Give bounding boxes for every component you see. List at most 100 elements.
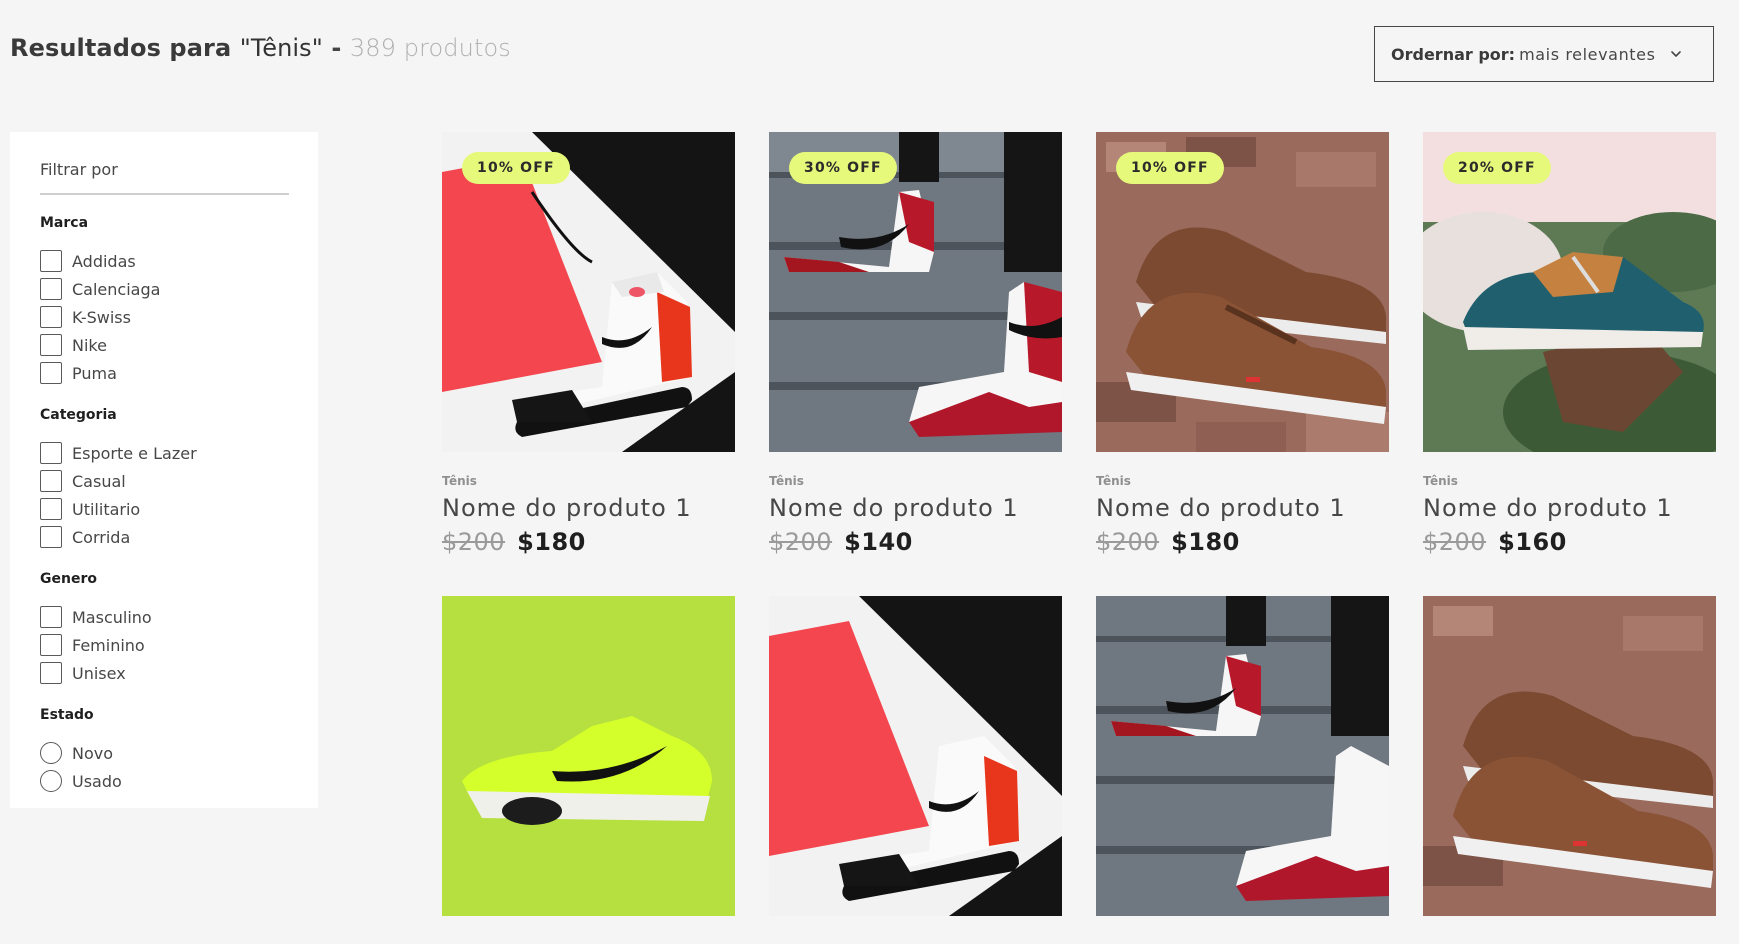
filter-group-title: Estado [40,707,94,723]
filter-option-utilitario[interactable]: Utilitario [40,495,288,523]
filter-option-label: Puma [72,363,117,383]
filter-option-casual[interactable]: Casual [40,467,288,495]
filter-panel: Filtrar por Marca Addidas Calenciaga K-S… [10,132,318,808]
product-old-price: $200 [769,528,833,556]
checkbox[interactable] [40,470,62,492]
filter-option-label: Novo [72,743,114,763]
checkbox[interactable] [40,278,62,300]
sort-value: mais relevantes [1519,44,1656,64]
product-category: Tênis [1096,474,1131,488]
checkbox[interactable] [40,306,62,328]
product-price: $160 [1498,528,1567,556]
product-category: Tênis [442,474,477,488]
filter-option-label: Calenciaga [72,279,161,299]
product-price: $180 [517,528,586,556]
filter-option-label: Addidas [72,251,136,271]
filter-option-feminino[interactable]: Feminino [40,631,288,659]
product-name[interactable]: Nome do produto 1 [1423,494,1716,522]
product-image[interactable] [1096,596,1389,916]
product-old-price: $200 [1096,528,1160,556]
filter-group-title: Marca [40,215,89,231]
filter-option-label: Esporte e Lazer [72,443,197,463]
product-image[interactable]: 10% OFF [442,132,735,452]
product-card[interactable] [1096,596,1389,916]
brown-casual-sneakers-image [1423,596,1716,916]
results-title: Resultados para "Tênis" - 389 produtos [10,34,511,62]
filter-option-addidas[interactable]: Addidas [40,247,288,275]
filter-option-label: Utilitario [72,499,141,519]
product-card[interactable] [442,596,735,916]
checkbox[interactable] [40,362,62,384]
filter-option-label: Casual [72,471,126,491]
jordan-high-stairs-image [1096,596,1389,916]
filter-option-label: Nike [72,335,107,355]
product-image[interactable] [1423,596,1716,916]
filter-option-label: Corrida [72,527,131,547]
product-price: $180 [1171,528,1240,556]
product-image[interactable]: 10% OFF [1096,132,1389,452]
filter-option-label: Unisex [72,663,126,683]
product-name[interactable]: Nome do produto 1 [442,494,735,522]
product-name[interactable]: Nome do produto 1 [1096,494,1389,522]
product-name[interactable]: Nome do produto 1 [769,494,1062,522]
product-prices: $200 $180 [442,528,735,556]
product-grid: 10% OFF Tênis Nome do produto 1 $200 $18… [442,132,1716,916]
sort-dropdown[interactable]: Ordernar por: mais relevantes [1374,26,1714,82]
product-image[interactable] [442,596,735,916]
radio-button[interactable] [40,770,62,792]
results-query: "Tênis" [239,34,323,62]
product-old-price: $200 [1423,528,1487,556]
product-old-price: $200 [442,528,506,556]
filter-group-estado: Estado Novo Usado [40,707,288,795]
sort-label: Ordernar por: [1391,44,1516,64]
filter-option-esporte-e-lazer[interactable]: Esporte e Lazer [40,439,288,467]
filter-option-nike[interactable]: Nike [40,331,288,359]
filter-group-marca: Marca Addidas Calenciaga K-Swiss Nike Pu… [40,215,288,387]
search-results-page: Resultados para "Tênis" - 389 produtos O… [0,0,1739,944]
filter-group-genero: Genero Masculino Feminino Unisex [40,571,288,687]
chevron-down-icon [1671,51,1681,57]
filter-option-corrida[interactable]: Corrida [40,523,288,551]
results-title-prefix: Resultados para [10,34,240,62]
filter-panel-title: Filtrar por [40,160,289,195]
filter-option-calenciaga[interactable]: Calenciaga [40,275,288,303]
product-card[interactable]: 10% OFF Tênis Nome do produto 1 $200 $18… [1096,132,1389,556]
filter-option-masculino[interactable]: Masculino [40,603,288,631]
product-image[interactable]: 30% OFF [769,132,1062,452]
product-card[interactable]: 30% OFF Tênis Nome do produto 1 $200 $14… [769,132,1062,556]
discount-badge: 30% OFF [789,152,897,184]
discount-badge: 20% OFF [1443,152,1551,184]
checkbox[interactable] [40,606,62,628]
filter-option-label: Masculino [72,607,152,627]
product-image[interactable]: 20% OFF [1423,132,1716,452]
checkbox[interactable] [40,334,62,356]
filter-option-novo[interactable]: Novo [40,739,288,767]
product-card[interactable]: 20% OFF Tênis Nome do produto 1 $200 $16… [1423,132,1716,556]
jordan-low-red-black-image [769,596,1062,916]
checkbox[interactable] [40,442,62,464]
product-card[interactable] [1423,596,1716,916]
filter-option-usado[interactable]: Usado [40,767,288,795]
product-image[interactable] [769,596,1062,916]
results-count: 389 produtos [349,34,511,62]
radio-button[interactable] [40,742,62,764]
product-card[interactable] [769,596,1062,916]
results-separator: - [322,34,350,62]
checkbox[interactable] [40,634,62,656]
checkbox[interactable] [40,662,62,684]
filter-option-label: Usado [72,771,122,791]
filter-option-label: K-Swiss [72,307,131,327]
filter-option-k-swiss[interactable]: K-Swiss [40,303,288,331]
product-card[interactable]: 10% OFF Tênis Nome do produto 1 $200 $18… [442,132,735,556]
filter-option-label: Feminino [72,635,145,655]
checkbox[interactable] [40,526,62,548]
discount-badge: 10% OFF [462,152,570,184]
checkbox[interactable] [40,250,62,272]
filter-option-puma[interactable]: Puma [40,359,288,387]
filter-option-unisex[interactable]: Unisex [40,659,288,687]
discount-badge: 10% OFF [1116,152,1224,184]
product-prices: $200 $140 [769,528,1062,556]
product-category: Tênis [1423,474,1458,488]
checkbox[interactable] [40,498,62,520]
product-category: Tênis [769,474,804,488]
